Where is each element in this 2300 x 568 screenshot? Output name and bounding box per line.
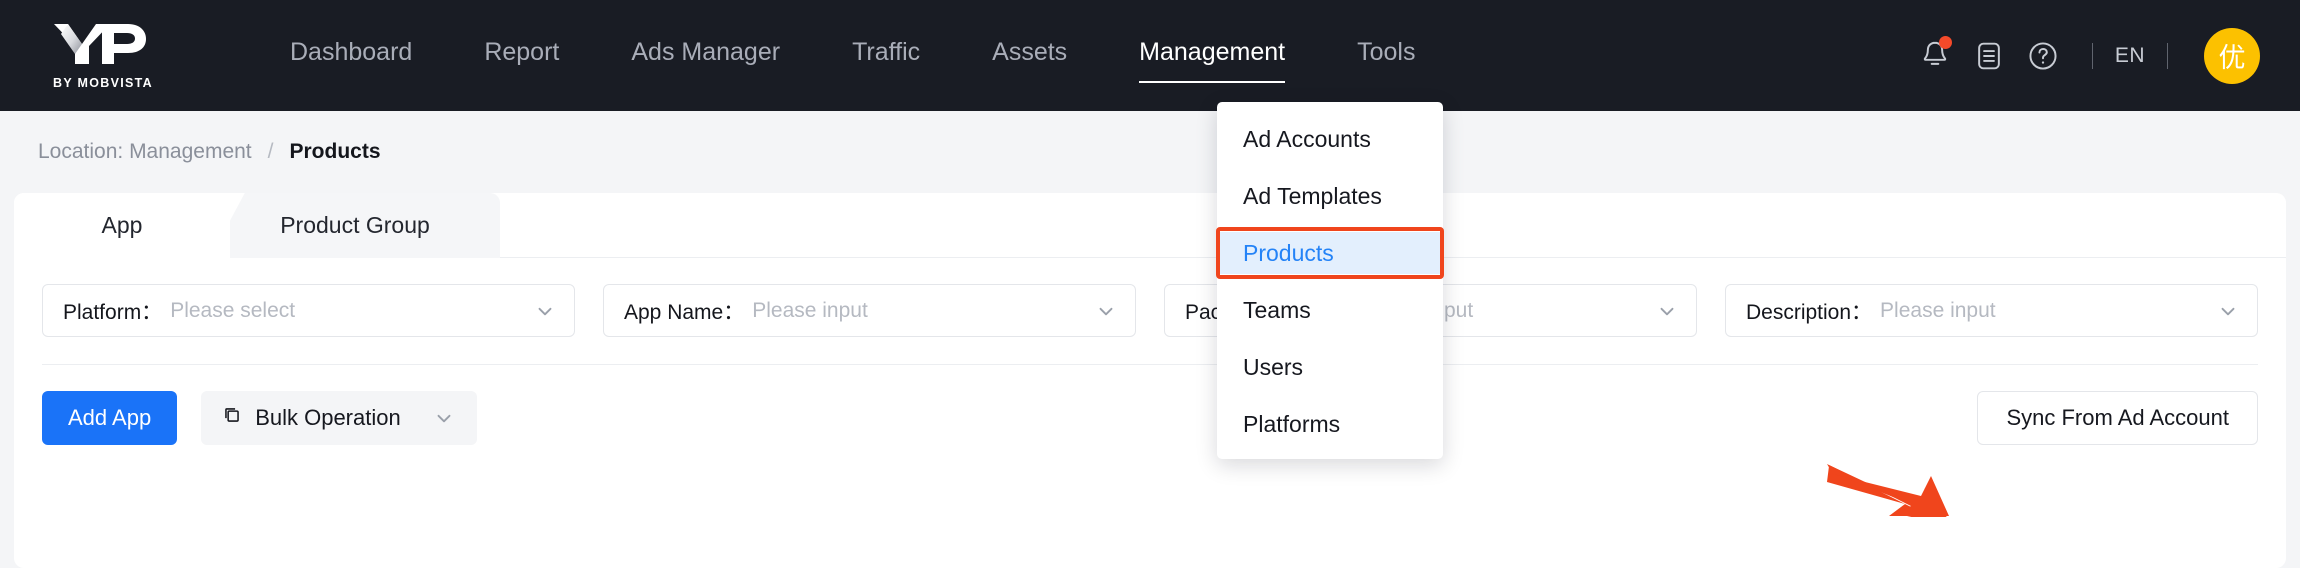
menu-item-ad-templates[interactable]: Ad Templates xyxy=(1217,175,1443,217)
notification-badge xyxy=(1938,35,1952,49)
top-navigation-bar: BY MOBVISTA Dashboard Report Ads Manager… xyxy=(0,0,2300,111)
menu-item-users[interactable]: Users xyxy=(1217,346,1443,388)
filter-app-name[interactable]: App Name： Please input xyxy=(603,284,1136,337)
filter-row: Platform： Please select App Name： Please… xyxy=(14,258,2286,337)
brand-logo[interactable]: BY MOBVISTA xyxy=(52,22,172,90)
docs-button[interactable] xyxy=(1962,33,2016,79)
language-selector[interactable]: EN xyxy=(2115,44,2145,68)
chevron-down-icon xyxy=(433,407,455,429)
filter-app-name-value: Please input xyxy=(752,298,868,322)
help-button[interactable] xyxy=(2016,33,2070,79)
nav-item-ads-manager[interactable]: Ads Manager xyxy=(631,40,780,71)
copy-stack-icon xyxy=(221,404,243,432)
menu-item-ad-accounts[interactable]: Ad Accounts xyxy=(1217,118,1443,160)
xmp-logo-icon xyxy=(52,22,148,71)
content-card: Product Group App Platform： Please selec… xyxy=(14,193,2286,568)
brand-tagline: BY MOBVISTA xyxy=(53,75,153,90)
chevron-down-icon xyxy=(2217,300,2239,322)
tab-product-group[interactable]: Product Group xyxy=(210,193,500,258)
action-row: Add App Bulk Operation Sync From Ad Acco… xyxy=(14,365,2286,445)
filter-app-name-label: App Name： xyxy=(624,300,745,324)
nav-item-dashboard[interactable]: Dashboard xyxy=(290,40,412,71)
tab-bar: Product Group App xyxy=(14,193,2286,258)
menu-item-products-wrapper: Products xyxy=(1216,227,1444,279)
main-nav-items: Dashboard Report Ads Manager Traffic Ass… xyxy=(290,0,1415,111)
filter-description-value: Please input xyxy=(1880,298,1996,322)
nav-item-tools[interactable]: Tools xyxy=(1357,40,1415,71)
nav-item-traffic[interactable]: Traffic xyxy=(852,40,920,71)
filter-platform-value: Please select xyxy=(170,298,296,322)
nav-item-report[interactable]: Report xyxy=(484,40,559,71)
chevron-down-icon xyxy=(1656,300,1678,322)
menu-item-platforms[interactable]: Platforms xyxy=(1217,403,1443,445)
filter-platform[interactable]: Platform： Please select xyxy=(42,284,575,337)
menu-item-teams[interactable]: Teams xyxy=(1217,289,1443,331)
add-app-button[interactable]: Add App xyxy=(42,391,178,445)
nav-item-management[interactable]: Management xyxy=(1139,40,1285,83)
filter-platform-label: Platform： xyxy=(63,300,163,324)
breadcrumb: Location: Management / Products xyxy=(0,111,2300,193)
nav-item-assets[interactable]: Assets xyxy=(992,40,1067,71)
management-dropdown-menu: Ad Accounts Ad Templates Products Teams … xyxy=(1216,102,1444,459)
bulk-operation-label: Bulk Operation xyxy=(255,405,401,430)
nav-divider-left xyxy=(2091,42,2093,69)
notification-button[interactable] xyxy=(1908,33,1962,79)
menu-item-products[interactable]: Products xyxy=(1217,232,1443,274)
nav-right-actions: EN 优 xyxy=(1908,27,2260,84)
chevron-down-icon xyxy=(534,300,556,322)
filter-description-label: Description： xyxy=(1746,300,1873,324)
breadcrumb-current: Products xyxy=(289,140,381,163)
user-avatar[interactable]: 优 xyxy=(2204,27,2260,84)
tab-app[interactable]: App xyxy=(14,193,230,258)
filter-description[interactable]: Description： Please input xyxy=(1725,284,2258,337)
bulk-operation-button[interactable]: Bulk Operation xyxy=(201,391,477,445)
chevron-down-icon xyxy=(1095,300,1117,322)
sync-from-ad-account-button[interactable]: Sync From Ad Account xyxy=(1977,391,2258,445)
nav-divider-right xyxy=(2167,42,2168,69)
breadcrumb-separator: / xyxy=(267,140,274,163)
breadcrumb-location[interactable]: Location: Management xyxy=(38,140,252,164)
